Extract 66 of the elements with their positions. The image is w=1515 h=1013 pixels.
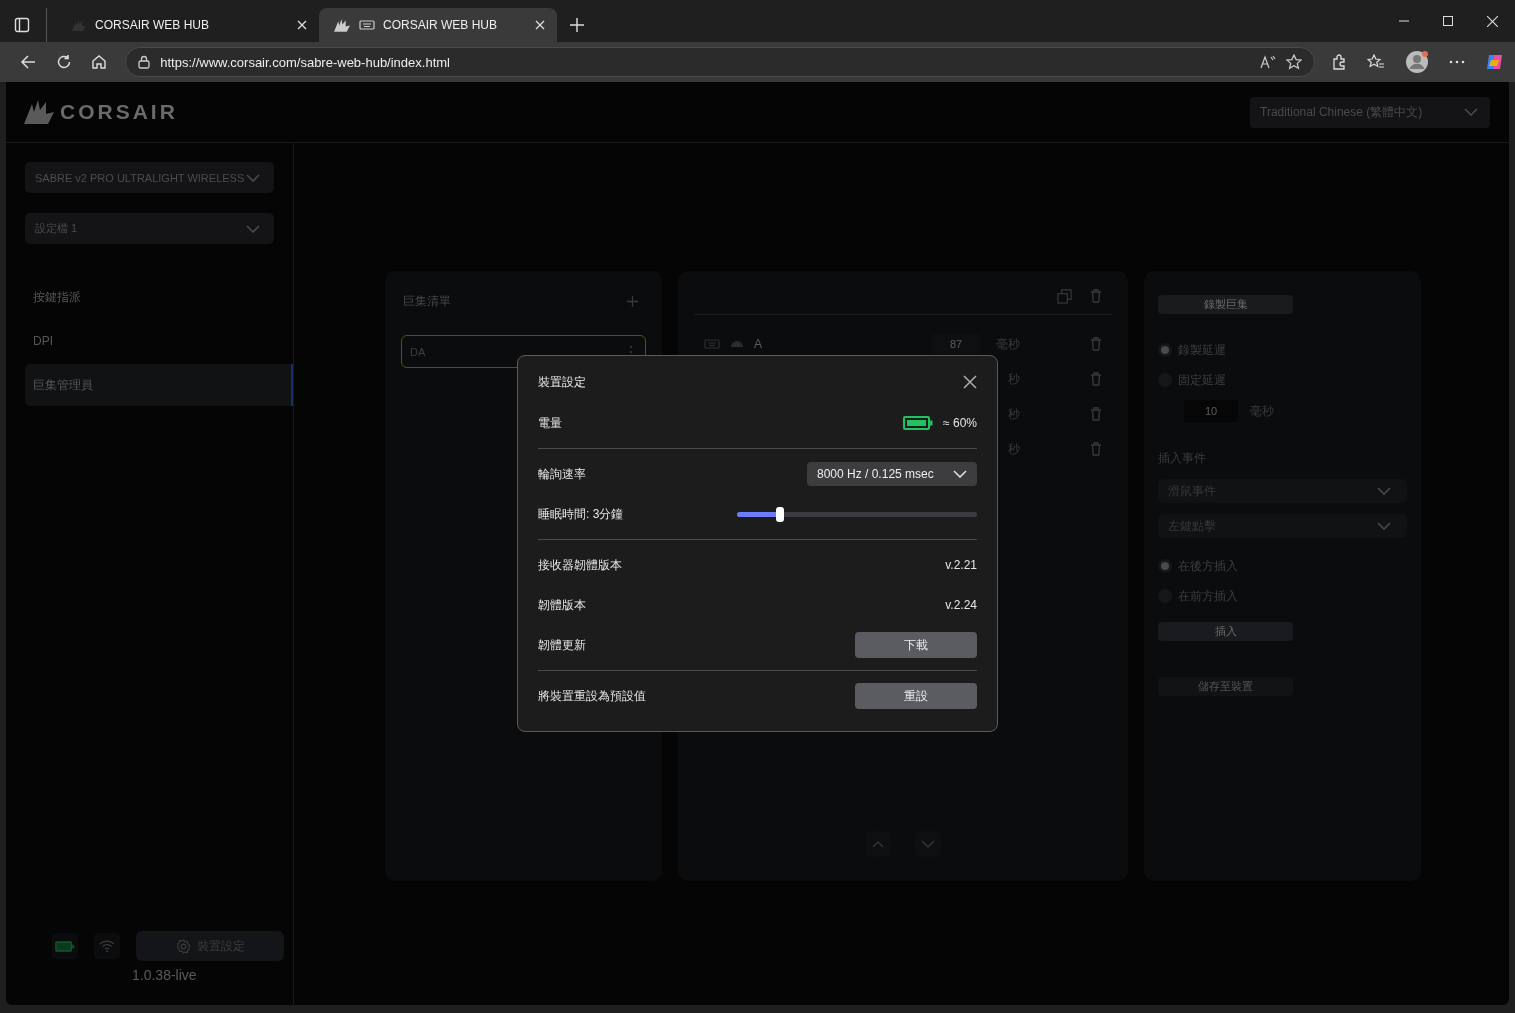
chevron-down-icon [1464,108,1478,116]
gear-icon [175,938,191,954]
key-label: A [754,337,762,351]
key-press-icon [730,340,744,348]
radio-button[interactable] [1158,343,1172,357]
read-aloud-icon[interactable] [1260,55,1276,69]
setting-label: 韌體版本 [538,596,586,614]
setting-label: 韌體更新 [538,636,586,654]
logo-wordmark: CORSAIR [60,100,178,124]
setting-label: 電量 [538,414,562,432]
close-button[interactable] [963,375,977,389]
favorites-icon[interactable] [1367,54,1385,70]
chevron-down-icon [921,840,935,848]
polling-rate-dropdown[interactable]: 8000 Hz / 0.125 msec [807,462,977,486]
puzzle-icon[interactable] [1331,54,1347,70]
wifi-icon [99,940,115,952]
more-icon[interactable] [1449,60,1465,64]
radio-button[interactable] [1158,559,1172,573]
slider-thumb[interactable] [776,506,785,522]
insert-button[interactable]: 插入 [1158,622,1293,641]
close-icon [963,375,977,389]
sails-logo-icon [333,17,351,33]
setting-label: 將裝置重設為預設值 [538,687,646,705]
avatar-icon[interactable] [1405,50,1429,74]
record-macro-button[interactable]: 錄製巨集 [1158,295,1293,314]
setting-label: 輪詢速率 [538,465,586,483]
setting-label: 接收器韌體版本 [538,556,622,574]
keyboard-icon [704,339,720,349]
chevron-down-icon [1377,487,1391,495]
reset-button[interactable]: 重設 [855,683,977,709]
sleep-slider[interactable] [737,506,977,522]
maximize-icon[interactable] [1443,16,1453,26]
browser-tab[interactable]: CORSAIR WEB HUB [57,8,319,42]
lock-icon [138,55,151,69]
address-bar[interactable]: https://www.corsair.com/sabre-web-hub/index.html [125,47,1315,77]
version-value: v.2.21 [945,558,977,572]
browser-tab[interactable]: CORSAIR WEB HUB [319,8,557,42]
battery-icon [55,940,75,952]
delay-field[interactable]: 10 [1184,400,1238,422]
refresh-icon[interactable] [55,54,72,70]
nav-item[interactable]: 按鍵指派 [25,276,293,318]
close-icon[interactable] [297,20,307,30]
sails-logo-icon [22,98,56,126]
close-icon[interactable] [535,20,545,30]
chevron-down-icon [246,173,260,182]
version-value: v.2.24 [945,598,977,612]
save-to-device-button[interactable]: 儲存至裝置 [1158,677,1293,696]
copilot-icon[interactable] [1485,52,1505,72]
star-icon[interactable] [1286,54,1302,70]
setting-label: 睡眠時間: 3分鐘 [538,505,624,523]
sidebar-toggle-icon[interactable] [14,17,30,33]
dialog-title: 裝置設定 [538,373,586,391]
download-button[interactable]: 下載 [855,632,977,658]
chevron-down-icon [1377,522,1391,530]
battery-icon [903,416,934,430]
battery-reading: ≈ 60% [943,416,977,430]
keyboard-icon [359,20,375,30]
nav-item[interactable]: DPI [25,320,293,362]
version-text: 1.0.38-live [132,967,198,983]
home-icon[interactable] [91,54,108,70]
chevron-down-icon [246,224,260,233]
close-icon[interactable] [1487,15,1498,27]
nav-item[interactable]: 巨集管理員 [25,364,293,406]
chevron-up-icon [872,840,884,848]
back-icon[interactable] [19,55,36,69]
chevron-down-icon [953,470,967,478]
